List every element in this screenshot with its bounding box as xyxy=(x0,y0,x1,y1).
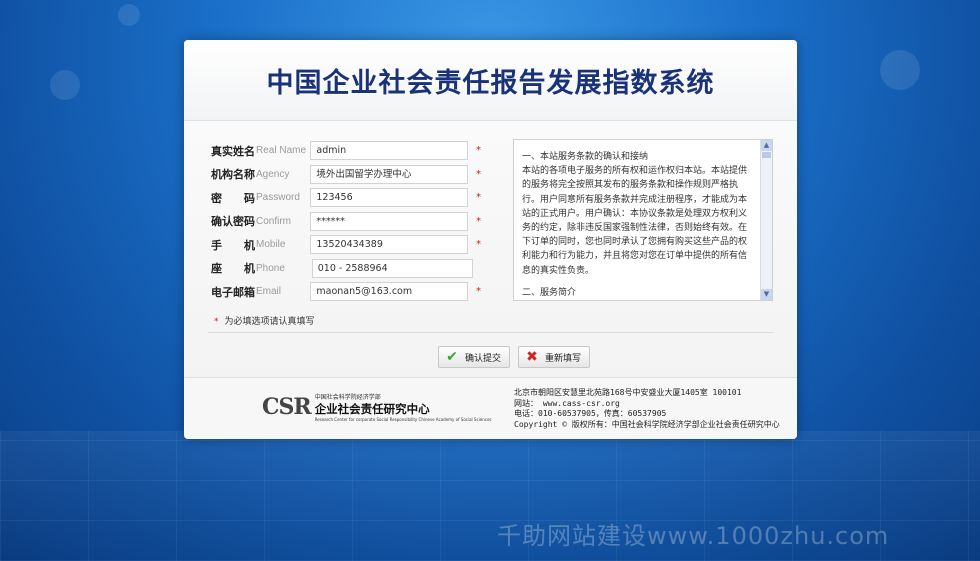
field-label: 电子邮箱 xyxy=(211,285,255,299)
terms-paragraph: 本站的各项电子服务的所有权和运作权归本站。本站提供的服务将完全按照其发布的服务条… xyxy=(522,166,748,276)
scroll-down-icon[interactable]: ▼ xyxy=(761,289,772,300)
field-label-en: Email xyxy=(256,286,282,298)
required-note: * 为必填选项请认真填写 xyxy=(214,314,315,327)
terms-text: 一、本站服务条款的确认和接纳 本站的各项电子服务的所有权和运作权归本站。本站提供… xyxy=(522,150,754,308)
form-row-agency: 机构名称 Agency 境外出国留学办理中心 * xyxy=(211,163,481,187)
registration-panel: 中国企业社会责任报告发展指数系统 真实姓名 Real Name admin * … xyxy=(184,40,797,439)
bokeh-light xyxy=(118,4,140,26)
submit-button[interactable]: ✔ 确认提交 xyxy=(438,346,511,368)
terms-box[interactable]: 一、本站服务条款的确认和接纳 本站的各项电子服务的所有权和运作权归本站。本站提供… xyxy=(513,139,773,301)
field-label-en: Confirm xyxy=(256,215,292,227)
required-note-star: * xyxy=(214,317,219,327)
address-text: 北京市朝阳区安慧里北苑路168号中安盛业大厦1405室 100101 xyxy=(514,388,742,397)
form-row-phone: 座 机 Phone 010 - 2588964 xyxy=(211,257,481,281)
panel-body: 真实姓名 Real Name admin * 机构名称 Agency 境外出国留… xyxy=(184,121,797,377)
real-name-input[interactable]: admin xyxy=(310,141,468,161)
form-row-mobile: 手 机 Mobile 13520434389 * xyxy=(211,233,481,257)
phone-text: 电话：010-60537905，传真：60537905 xyxy=(514,409,667,418)
field-label-en: Agency xyxy=(256,168,290,180)
website-link[interactable]: 网站： www.cass-csr.org xyxy=(514,399,780,410)
field-label-en: Mobile xyxy=(256,239,286,251)
form-row-email: 电子邮箱 Email maonan5@163.com * xyxy=(211,280,481,304)
panel-header: 中国企业社会责任报告发展指数系统 xyxy=(184,40,797,121)
checkmark-icon: ✔ xyxy=(446,349,458,365)
agency-input[interactable]: 境外出国留学办理中心 xyxy=(310,164,468,184)
field-label-en: Real Name xyxy=(256,145,307,157)
form-row-confirm: 确认密码 Confirm ****** * xyxy=(211,210,481,234)
bokeh-light xyxy=(880,50,920,90)
watermark: 千助网站建设www.1000zhu.com xyxy=(497,522,890,550)
terms-paragraph: 二、服务简介 xyxy=(522,287,577,298)
field-label: 手 机 xyxy=(211,238,255,252)
submit-button-label: 确认提交 xyxy=(465,353,502,364)
field-label-en: Password xyxy=(256,192,300,204)
email-input[interactable]: maonan5@163.com xyxy=(310,282,468,302)
required-marker: * xyxy=(476,215,481,227)
terms-scrollbar[interactable]: ▲ ▼ xyxy=(760,140,772,300)
site-title: 中国企业社会责任报告发展指数系统 xyxy=(266,67,715,99)
footer: CSR 中国社会科学院经济学部 企业社会责任研究中心 Research Cent… xyxy=(184,377,797,439)
password-input[interactable]: 123456 xyxy=(310,188,468,208)
required-marker: * xyxy=(476,168,481,180)
field-label: 确认密码 xyxy=(211,215,255,229)
registration-form: 真实姓名 Real Name admin * 机构名称 Agency 境外出国留… xyxy=(211,139,481,304)
logo-mark: CSR xyxy=(262,394,312,420)
required-marker: * xyxy=(476,286,481,298)
field-label-en: Phone xyxy=(256,262,285,274)
required-marker: * xyxy=(476,192,481,204)
required-marker: * xyxy=(476,145,481,157)
form-actions: ✔ 确认提交 ✖ 重新填写 xyxy=(438,346,591,368)
logo-top-line: 中国社会科学院经济学部 xyxy=(314,394,381,401)
field-label: 机构名称 xyxy=(211,168,255,182)
scroll-thumb[interactable] xyxy=(762,152,771,158)
field-label: 密 码 xyxy=(211,191,255,205)
terms-paragraph: 一、本站服务条款的确认和接纳 xyxy=(522,152,649,162)
reset-button[interactable]: ✖ 重新填写 xyxy=(518,346,591,368)
cross-icon: ✖ xyxy=(526,349,538,365)
bokeh-light xyxy=(50,70,80,100)
form-row-password: 密 码 Password 123456 * xyxy=(211,186,481,210)
csr-logo: CSR 中国社会科学院经济学部 企业社会责任研究中心 Research Cent… xyxy=(262,392,492,422)
field-label: 真实姓名 xyxy=(211,144,255,158)
required-note-text: 为必填选项请认真填写 xyxy=(224,317,315,327)
form-row-real-name: 真实姓名 Real Name admin * xyxy=(211,139,481,163)
confirm-password-input[interactable]: ****** xyxy=(310,211,468,231)
contact-info: 北京市朝阳区安慧里北苑路168号中安盛业大厦1405室 100101 网站： w… xyxy=(514,388,780,430)
reset-button-label: 重新填写 xyxy=(545,353,582,364)
scroll-up-icon[interactable]: ▲ xyxy=(761,140,772,151)
divider xyxy=(208,332,773,333)
copyright-text: Copyright © 版权所有：中国社会科学院经济学部企业社会责任研究中心 xyxy=(514,419,780,429)
phone-input[interactable]: 010 - 2588964 xyxy=(311,258,473,278)
logo-en-line: Research Center for corporate Social Res… xyxy=(314,417,492,422)
field-label: 座 机 xyxy=(211,262,255,276)
logo-text: 中国社会科学院经济学部 企业社会责任研究中心 Research Center f… xyxy=(315,392,492,422)
required-marker: * xyxy=(476,239,481,251)
mobile-input[interactable]: 13520434389 xyxy=(310,235,468,255)
logo-main-line: 企业社会责任研究中心 xyxy=(314,402,430,416)
